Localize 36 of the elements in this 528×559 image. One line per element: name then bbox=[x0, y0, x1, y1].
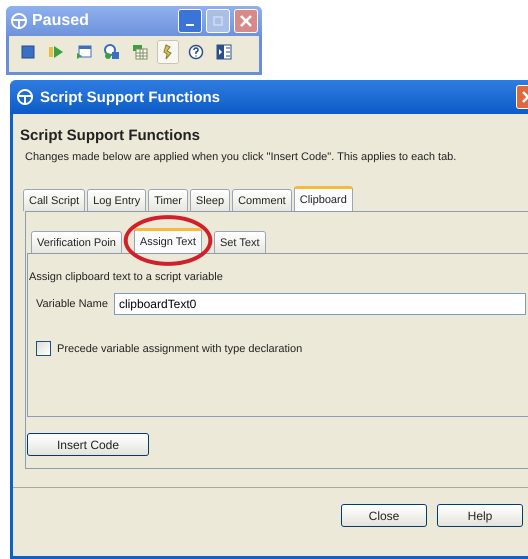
dialog-button[interactable]: Close bbox=[341, 504, 427, 527]
tab[interactable]: Log Entry bbox=[87, 189, 146, 211]
insert-code-button[interactable]: Insert Code bbox=[27, 433, 149, 456]
tab[interactable]: Call Script bbox=[23, 189, 86, 211]
tab[interactable]: Timer bbox=[148, 189, 188, 211]
dialog-heading: Script Support Functions bbox=[20, 127, 201, 144]
help-icon bbox=[188, 44, 204, 60]
description-text: Changes made below are applied when you click "Insert Code". This applies to each tab. bbox=[25, 150, 458, 165]
play-icon bbox=[48, 44, 64, 60]
close-icon bbox=[240, 15, 252, 27]
stop-icon bbox=[20, 44, 36, 60]
maximize-icon bbox=[213, 16, 223, 26]
panel-caption: Assign clipboard text to a script variable bbox=[29, 271, 224, 283]
close-button[interactable] bbox=[234, 9, 258, 33]
table-icon bbox=[132, 44, 148, 60]
checkbox-label: Precede variable assignment with type declaration bbox=[57, 342, 302, 354]
tab[interactable]: Sleep bbox=[190, 189, 230, 211]
tab[interactable]: Set Text bbox=[214, 231, 266, 253]
window-icon bbox=[76, 44, 92, 60]
minimize-button[interactable] bbox=[178, 9, 202, 33]
steering-wheel-icon bbox=[16, 88, 34, 106]
record-icon bbox=[104, 44, 120, 60]
tab[interactable]: Verification Poin bbox=[31, 231, 122, 253]
window-title: Paused bbox=[32, 12, 90, 30]
tab[interactable]: Clipboard bbox=[294, 186, 353, 211]
tab[interactable]: Comment bbox=[232, 189, 292, 211]
steering-wheel-icon bbox=[10, 12, 28, 30]
field-label: Variable Name bbox=[36, 298, 108, 310]
tab[interactable]: Assign Text bbox=[134, 228, 202, 253]
minimize-icon bbox=[186, 24, 194, 26]
panel-icon bbox=[216, 44, 232, 60]
toolbar-button[interactable] bbox=[157, 40, 179, 64]
checkbox[interactable] bbox=[36, 341, 51, 356]
window-title: Script Support Functions bbox=[40, 88, 221, 106]
variable-name-field[interactable]: clipboardText0 bbox=[114, 293, 526, 315]
dialog-button[interactable]: Help bbox=[437, 504, 523, 527]
